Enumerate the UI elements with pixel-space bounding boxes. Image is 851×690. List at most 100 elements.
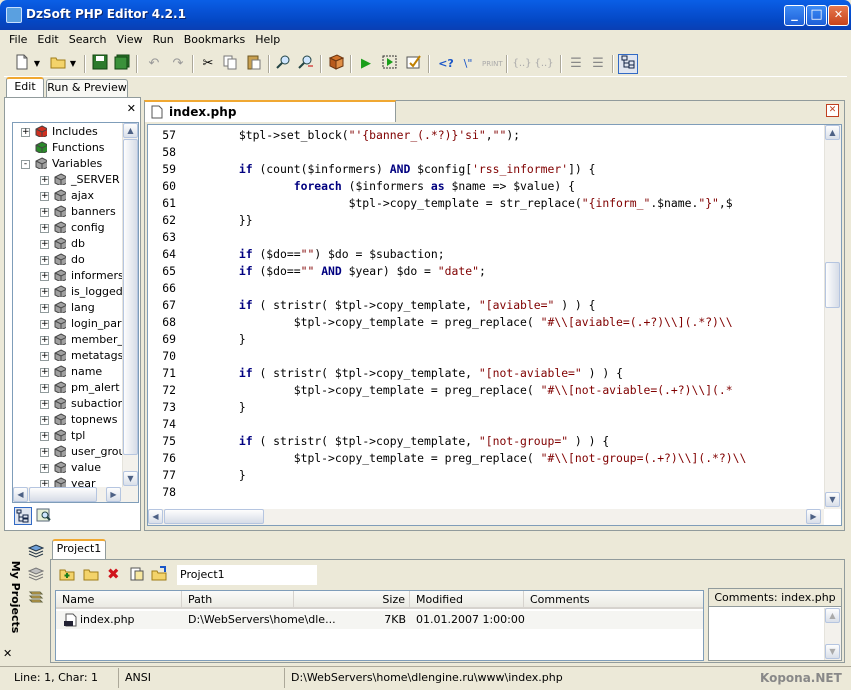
editor-scroll-left-icon[interactable]: ◀	[148, 509, 163, 524]
tree-expander-icon[interactable]: +	[40, 288, 49, 297]
menu-search[interactable]: Search	[64, 30, 112, 49]
open-folder-icon[interactable]	[48, 54, 68, 74]
code-line[interactable]: 76 $tpl->copy_template = preg_replace( "…	[148, 450, 824, 467]
column-header-path[interactable]: Path	[182, 591, 294, 609]
code-line[interactable]: 72 $tpl->copy_template = preg_replace( "…	[148, 382, 824, 399]
editor-horizontal-scrollbar[interactable]: ◀ ▶	[148, 509, 824, 525]
code-line[interactable]: 66	[148, 280, 824, 297]
close-button[interactable]: ✕	[828, 5, 849, 26]
tree-expander-icon[interactable]: +	[40, 416, 49, 425]
open-project-icon[interactable]	[151, 566, 169, 584]
close-projects-icon[interactable]: ✕	[3, 647, 12, 660]
tree-expander-icon[interactable]: +	[40, 256, 49, 265]
tree-expander-icon[interactable]: +	[40, 368, 49, 377]
escape-quotes-icon[interactable]: \"	[458, 54, 478, 74]
php-tags-icon[interactable]: <?	[436, 54, 456, 74]
block-comment-icon[interactable]: {..}	[512, 54, 532, 74]
cut-icon[interactable]: ✂	[198, 54, 218, 74]
tree-item[interactable]: + metatags	[13, 348, 123, 364]
code-line[interactable]: 73 }	[148, 399, 824, 416]
tree-item[interactable]: + topnews	[13, 412, 123, 428]
editor-hscroll-thumb[interactable]	[164, 509, 264, 524]
syntax-check-icon[interactable]	[404, 54, 424, 74]
code-lines[interactable]: 57 $tpl->set_block("'{banner_(.*?)}'si",…	[148, 127, 824, 507]
editor-scroll-thumb[interactable]	[825, 262, 840, 308]
project-properties-icon[interactable]	[129, 566, 147, 584]
column-header-name[interactable]: Name	[56, 591, 182, 609]
tree-expander-icon[interactable]: +	[40, 208, 49, 217]
tree-expander-icon[interactable]: +	[40, 432, 49, 441]
tree-vertical-scrollbar[interactable]: ▲ ▼	[122, 123, 138, 487]
tree-expander-icon[interactable]: +	[40, 448, 49, 457]
tree-scroll-thumb[interactable]	[123, 139, 138, 455]
minimize-button[interactable]: _	[784, 5, 805, 26]
tree-expander-icon[interactable]: +	[40, 336, 49, 345]
editor-scroll-right-icon[interactable]: ▶	[806, 509, 821, 524]
code-line[interactable]: 70	[148, 348, 824, 365]
tree-expander-icon[interactable]: +	[40, 240, 49, 249]
maximize-button[interactable]: □	[806, 5, 827, 26]
tree-item[interactable]: + member_i	[13, 332, 123, 348]
code-line[interactable]: 58	[148, 144, 824, 161]
menu-help[interactable]: Help	[250, 30, 285, 49]
tree-scroll-right-icon[interactable]: ▶	[106, 487, 121, 502]
code-line[interactable]: 75 if ( stristr( $tpl->copy_template, "[…	[148, 433, 824, 450]
projects-layers-icon[interactable]	[27, 543, 46, 559]
tree-expander-icon[interactable]: +	[40, 464, 49, 473]
code-line[interactable]: 68 $tpl->copy_template = preg_replace( "…	[148, 314, 824, 331]
menu-edit[interactable]: Edit	[32, 30, 63, 49]
tree-scroll-left-icon[interactable]: ◀	[13, 487, 28, 502]
tree-item[interactable]: + value	[13, 460, 123, 476]
projects-layers-gray-icon[interactable]	[27, 566, 46, 582]
code-line[interactable]: 74	[148, 416, 824, 433]
remove-icon[interactable]: ✖	[107, 566, 125, 584]
tree-item[interactable]: + lang	[13, 300, 123, 316]
code-line[interactable]: 65 if ($do=="" AND $year) $do = "date";	[148, 263, 824, 280]
save-all-icon[interactable]	[112, 54, 132, 74]
tree-item[interactable]: + informers	[13, 268, 123, 284]
tree-item[interactable]: + db	[13, 236, 123, 252]
tree-item[interactable]: + _SERVER	[13, 172, 123, 188]
code-line[interactable]: 60 foreach ($informers as $name => $valu…	[148, 178, 824, 195]
tree-expander-icon[interactable]: +	[40, 352, 49, 361]
tree-expander-icon[interactable]: +	[40, 224, 49, 233]
code-editor[interactable]: 57 $tpl->set_block("'{banner_(.*?)}'si",…	[147, 124, 842, 526]
tree-item[interactable]: + year	[13, 476, 123, 487]
tree-expander-icon[interactable]: +	[40, 320, 49, 329]
redo-icon[interactable]: ↷	[168, 54, 188, 74]
tree-item[interactable]: + config	[13, 220, 123, 236]
code-line[interactable]: 63	[148, 229, 824, 246]
code-line[interactable]: 69 }	[148, 331, 824, 348]
tree-item[interactable]: + do	[13, 252, 123, 268]
projects-stack-icon[interactable]	[28, 588, 46, 604]
tree-item[interactable]: + tpl	[13, 428, 123, 444]
close-editor-tab-icon[interactable]: ✕	[826, 104, 839, 117]
code-line[interactable]: 57 $tpl->set_block("'{banner_(.*?)}'si",…	[148, 127, 824, 144]
code-line[interactable]: 62 }}	[148, 212, 824, 229]
comments-scroll-down-icon[interactable]: ▼	[825, 644, 840, 659]
column-header-modified[interactable]: Modified	[410, 591, 524, 609]
tree-hscroll-thumb[interactable]	[29, 487, 97, 502]
tree-item[interactable]: + Includes	[13, 124, 123, 140]
menu-file[interactable]: File	[4, 30, 32, 49]
table-row[interactable]: index.php D:\WebServers\home\dle... 7KB …	[56, 611, 703, 629]
tree-expander-icon[interactable]: +	[40, 400, 49, 409]
tree-scroll-down-icon[interactable]: ▼	[123, 471, 138, 486]
indent-icon[interactable]: ☰	[566, 54, 586, 74]
editor-scroll-down-icon[interactable]: ▼	[825, 492, 840, 507]
run-selection-icon[interactable]	[380, 54, 400, 74]
code-line[interactable]: 77 }	[148, 467, 824, 484]
undo-icon[interactable]: ↶	[144, 54, 164, 74]
tree-expander-icon[interactable]: +	[40, 304, 49, 313]
editor-scroll-up-icon[interactable]: ▲	[825, 125, 840, 140]
tree-item[interactable]: + pm_alert	[13, 380, 123, 396]
tree-item[interactable]: Functions	[13, 140, 123, 156]
code-line[interactable]: 59 if (count($informers) AND $config['rs…	[148, 161, 824, 178]
menu-run[interactable]: Run	[148, 30, 179, 49]
tab-edit[interactable]: Edit	[6, 77, 44, 97]
unindent-icon[interactable]: ☰	[588, 54, 608, 74]
tree-expander-icon[interactable]: +	[40, 192, 49, 201]
tree-expander-icon[interactable]: +	[21, 128, 30, 137]
save-icon[interactable]	[90, 54, 110, 74]
tree-item[interactable]: + subaction	[13, 396, 123, 412]
